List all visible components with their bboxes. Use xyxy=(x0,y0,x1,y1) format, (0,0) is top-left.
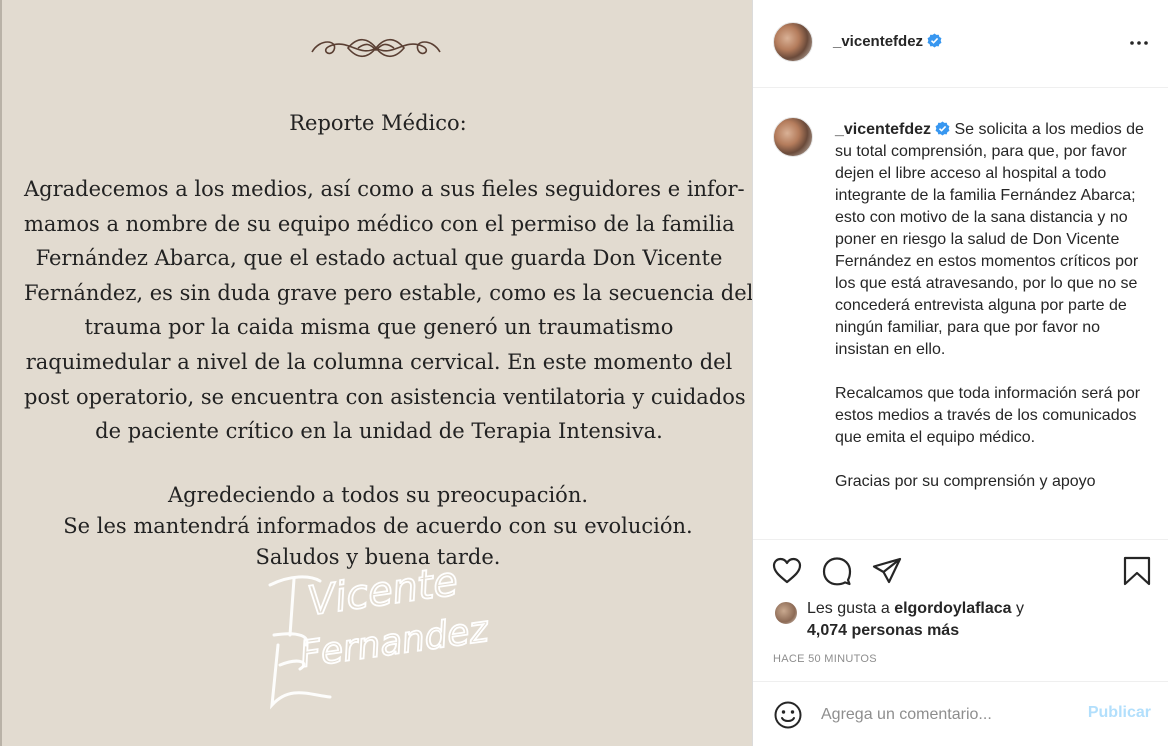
caption-avatar[interactable] xyxy=(773,117,813,157)
report-line: Fernández Abarca, que el estado actual q… xyxy=(35,246,723,271)
closing-line: Agredeciendo a todos su preocupación. xyxy=(167,483,589,507)
post-sidebar: _vicentefdez _vicentefdez Se solicita a … xyxy=(752,0,1168,746)
signature-logo: Vicente Fernandez xyxy=(268,557,493,710)
caption: _vicentefdez Se solicita a los medios de… xyxy=(835,119,1145,515)
likes-count-link[interactable]: 4,074 personas más xyxy=(807,622,959,639)
report-line: Agradecemos a los medios, así como a sus… xyxy=(24,177,745,201)
caption-paragraph: Recalcamos que toda información será por… xyxy=(835,385,1141,446)
report-line: raquimedular a nivel de la columna cervi… xyxy=(25,349,733,374)
likes-avatar[interactable] xyxy=(773,600,799,626)
publish-button[interactable]: Publicar xyxy=(1088,704,1151,722)
likes-text: Les gusta a elgordoylaflaca y 4,074 pers… xyxy=(807,598,1153,642)
heart-icon[interactable] xyxy=(771,555,803,587)
emoji-icon[interactable] xyxy=(773,700,803,730)
likes-and: y xyxy=(1016,600,1025,617)
bookmark-icon[interactable] xyxy=(1121,555,1153,587)
avatar[interactable] xyxy=(773,22,813,62)
comment-input[interactable] xyxy=(821,700,1071,730)
closing-line: Se les mantendrá informados de acuerdo c… xyxy=(63,514,693,538)
verified-badge-icon xyxy=(927,33,942,48)
report-line: Fernández, es sin duda grave pero establ… xyxy=(24,280,754,305)
caption-username[interactable]: _vicentefdez xyxy=(835,121,931,138)
report-heading: Reporte Médico: xyxy=(289,111,467,135)
caption-paragraph: Gracias por su comprensión y apoyo xyxy=(835,473,1096,490)
likes-prefix: Les gusta a xyxy=(807,600,890,617)
header-username[interactable]: _vicentefdez xyxy=(833,33,942,50)
likes-row: Les gusta a elgordoylaflaca y 4,074 pers… xyxy=(773,598,1153,642)
report-line: trauma por la caida misma que generó un … xyxy=(84,315,674,340)
caption-paragraph: Se solicita a los medios de su total com… xyxy=(835,121,1144,358)
username-text[interactable]: _vicentefdez xyxy=(833,33,923,50)
verified-badge-icon xyxy=(935,121,950,136)
comment-bar: Publicar xyxy=(753,681,1168,746)
report-line: mamos a nombre de su equipo médico con e… xyxy=(24,211,735,236)
likes-user-link[interactable]: elgordoylaflaca xyxy=(894,600,1011,617)
post-image[interactable]: Reporte Médico: Agradecemos a los medios… xyxy=(0,0,754,746)
report-line: de paciente crítico en la unidad de Tera… xyxy=(95,419,663,444)
caption-area: _vicentefdez Se solicita a los medios de… xyxy=(753,89,1168,539)
post-actions: Les gusta a elgordoylaflaca y 4,074 pers… xyxy=(753,539,1168,681)
post-header: _vicentefdez xyxy=(753,0,1168,88)
report-line: post operatorio, se encuentra con asiste… xyxy=(24,384,746,409)
comment-icon[interactable] xyxy=(821,555,853,587)
report-body: Agradecemos a los medios, así como a sus… xyxy=(24,172,754,449)
more-options-icon[interactable] xyxy=(1129,33,1149,53)
post-timestamp[interactable]: HACE 50 MINUTOS xyxy=(773,653,877,665)
ornament-flourish-icon xyxy=(311,38,441,58)
share-icon[interactable] xyxy=(871,555,903,587)
